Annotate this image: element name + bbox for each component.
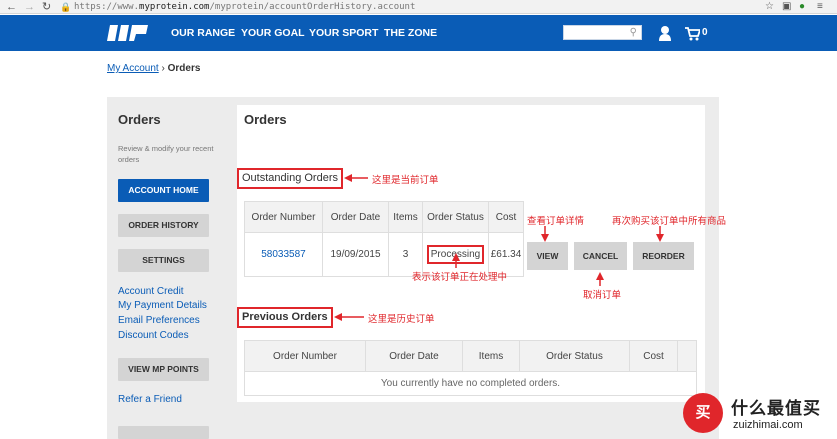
view-button[interactable]: VIEW bbox=[527, 242, 568, 270]
order-number-link[interactable]: 58033587 bbox=[261, 249, 306, 260]
annotation-view-details: 查看订单详情 bbox=[527, 216, 585, 227]
table-row: You currently have no completed orders. bbox=[244, 371, 697, 396]
myprotein-logo[interactable] bbox=[106, 22, 150, 44]
column-actions bbox=[677, 340, 697, 372]
nav-your-goal[interactable]: YOUR GOAL bbox=[241, 15, 305, 51]
watermark-en: zuizhimai.com bbox=[733, 419, 803, 431]
column-order-number: Order Number bbox=[244, 201, 323, 233]
reorder-button[interactable]: REORDER bbox=[633, 242, 694, 270]
breadcrumb-separator: › bbox=[161, 63, 165, 74]
column-order-date: Order Date bbox=[365, 340, 463, 372]
breadcrumb-current: Orders bbox=[167, 63, 201, 74]
back-icon[interactable]: ← bbox=[6, 0, 17, 14]
reload-icon[interactable]: ↻ bbox=[42, 0, 51, 14]
sidebar-description: Review & modify your recent orders bbox=[118, 144, 214, 164]
watermark-cn: 什么最值买 bbox=[731, 399, 821, 418]
forward-icon[interactable]: → bbox=[24, 0, 35, 14]
sidebar-link-email-preferences[interactable]: Email Preferences bbox=[118, 315, 200, 327]
column-cost: Cost bbox=[488, 201, 524, 233]
outstanding-orders-heading: Outstanding Orders bbox=[237, 168, 343, 189]
account-home-button[interactable]: ACCOUNT HOME bbox=[118, 179, 209, 202]
sidebar-link-discount-codes[interactable]: Discount Codes bbox=[118, 330, 189, 342]
search-input[interactable]: ⚲ bbox=[563, 25, 642, 40]
breadcrumb: My Account › Orders bbox=[107, 63, 200, 74]
column-order-date: Order Date bbox=[322, 201, 389, 233]
star-icon[interactable]: ☆ bbox=[765, 1, 774, 13]
nav-your-sport[interactable]: YOUR SPORT bbox=[309, 15, 378, 51]
site-header: OUR RANGE YOUR GOAL YOUR SPORT THE ZONE … bbox=[0, 15, 837, 51]
cancel-button[interactable]: CANCEL bbox=[574, 242, 627, 270]
cart-count: 0 bbox=[702, 27, 708, 38]
column-order-status: Order Status bbox=[422, 201, 489, 233]
address-bar[interactable]: https://www.myprotein.com/myprotein/acco… bbox=[74, 0, 415, 14]
annotation-cancel-order: 取消订单 bbox=[583, 290, 622, 301]
search-icon[interactable]: ⚲ bbox=[630, 26, 637, 39]
sidebar-link-payment-details[interactable]: My Payment Details bbox=[118, 300, 207, 312]
annotation-history-orders: 这里是历史订单 bbox=[368, 314, 435, 325]
column-order-status: Order Status bbox=[519, 340, 630, 372]
sidebar-title: Orders bbox=[118, 112, 161, 127]
view-mp-points-button[interactable]: VIEW MP POINTS bbox=[118, 358, 209, 381]
order-status-badge: Processing bbox=[426, 245, 485, 264]
settings-button[interactable]: SETTINGS bbox=[118, 249, 209, 272]
table-header-row: Order Number Order Date Items Order Stat… bbox=[244, 340, 697, 372]
account-icon[interactable] bbox=[658, 25, 672, 41]
empty-orders-message: You currently have no completed orders. bbox=[244, 371, 697, 396]
sidebar-link-account-credit[interactable]: Account Credit bbox=[118, 286, 184, 298]
annotation-reorder-all: 再次购买该订单中所有商品 bbox=[612, 216, 727, 227]
lock-icon: 🔒 bbox=[60, 2, 72, 12]
annotation-current-orders: 这里是当前订单 bbox=[372, 175, 439, 186]
previous-orders-table: Order Number Order Date Items Order Stat… bbox=[244, 340, 697, 396]
order-date: 19/09/2015 bbox=[322, 232, 389, 277]
partial-sidebar-button[interactable] bbox=[118, 426, 209, 439]
orders-title: Orders bbox=[244, 112, 287, 127]
column-cost: Cost bbox=[629, 340, 678, 372]
watermark-badge: 买 bbox=[683, 393, 723, 433]
extension-green-icon[interactable]: ● bbox=[799, 1, 805, 13]
extension-icon[interactable]: ▣ bbox=[782, 1, 791, 13]
breadcrumb-my-account[interactable]: My Account bbox=[107, 63, 159, 74]
table-header-row: Order Number Order Date Items Order Stat… bbox=[244, 201, 524, 233]
browser-toolbar: ← → ↻ 🔒 https://www.myprotein.com/myprot… bbox=[0, 0, 837, 14]
column-items: Items bbox=[388, 201, 423, 233]
watermark-logo: 买 什么最值买 zuizhimai.com bbox=[683, 390, 837, 439]
nav-our-range[interactable]: OUR RANGE bbox=[171, 15, 235, 51]
annotation-processing: 表示该订单正在处理中 bbox=[412, 272, 508, 283]
column-order-number: Order Number bbox=[244, 340, 366, 372]
nav-the-zone[interactable]: THE ZONE bbox=[384, 15, 437, 51]
order-history-button[interactable]: ORDER HISTORY bbox=[118, 214, 209, 237]
cart-icon[interactable] bbox=[685, 25, 700, 41]
browser-menu-icon[interactable]: ≡ bbox=[817, 1, 823, 13]
outstanding-orders-table: Order Number Order Date Items Order Stat… bbox=[244, 201, 524, 277]
refer-friend-link[interactable]: Refer a Friend bbox=[118, 394, 182, 406]
previous-orders-heading: Previous Orders bbox=[237, 307, 333, 328]
column-items: Items bbox=[462, 340, 520, 372]
